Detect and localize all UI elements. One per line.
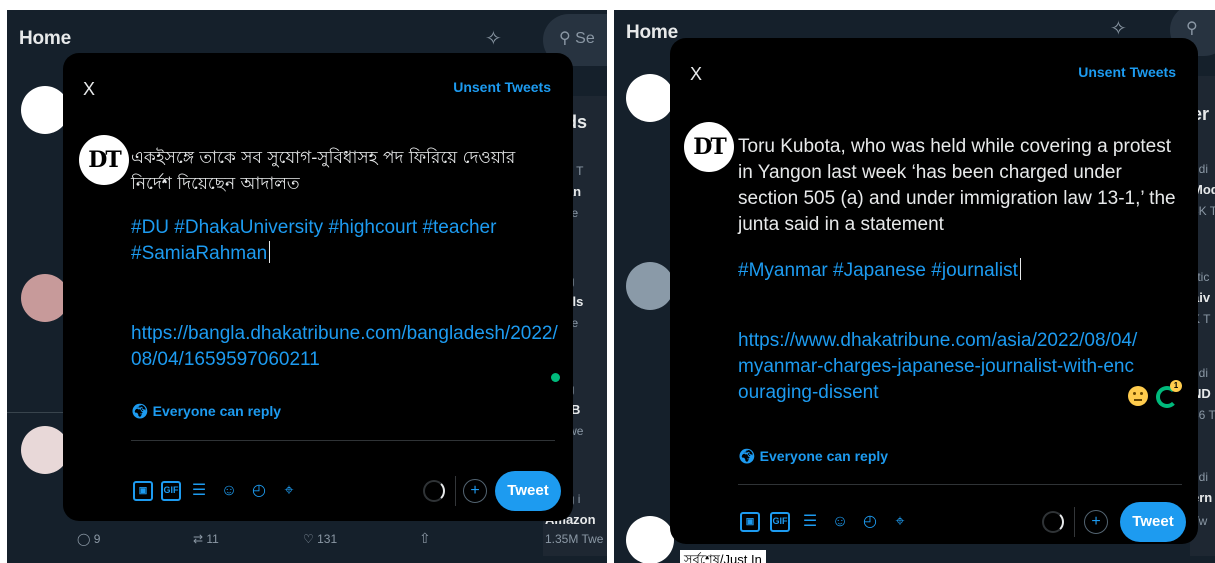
home-title: Home bbox=[626, 22, 678, 43]
home-title: Home bbox=[19, 28, 71, 49]
avatar-logo: DT bbox=[684, 122, 734, 172]
avatar[interactable] bbox=[626, 262, 674, 310]
emoji-neutral-icon[interactable] bbox=[1128, 386, 1148, 406]
divider bbox=[1074, 507, 1075, 537]
text-cursor bbox=[269, 241, 271, 263]
character-progress-ring bbox=[423, 480, 445, 502]
globe-icon: 🌍︎ bbox=[738, 448, 760, 464]
poll-icon[interactable]: ☰ bbox=[189, 481, 209, 501]
avatar[interactable] bbox=[626, 74, 674, 122]
like-count-value: 131 bbox=[317, 532, 338, 546]
tweet-text-input[interactable]: একইসঙ্গে তাকে সব সুযোগ-সুবিধাসহ পদ ফিরিয… bbox=[131, 145, 556, 197]
screenshot-right: Home ✧ ⚲ er ndi Mod 3K T litic aiv K T n… bbox=[614, 10, 1215, 563]
sparkle-icon[interactable]: ✧ bbox=[485, 26, 502, 51]
image-icon[interactable]: ▣ bbox=[740, 512, 760, 532]
avatar-logo: DT bbox=[79, 135, 129, 185]
screenshot-left: Home ✧ ⚲ Se ends itics · T aiwan K Twe n… bbox=[7, 10, 607, 563]
avatar[interactable] bbox=[626, 516, 674, 563]
globe-icon: 🌍︎ bbox=[131, 403, 153, 419]
tweet-button[interactable]: Tweet bbox=[495, 471, 561, 511]
avatar[interactable] bbox=[21, 274, 69, 322]
gif-icon[interactable]: GIF bbox=[161, 481, 181, 501]
hashtag-text: #Myanmar #Japanese #journalist bbox=[738, 260, 1018, 281]
just-in-banner: সর্বশেষ/Just In bbox=[680, 550, 766, 563]
search-placeholder: Se bbox=[575, 30, 595, 47]
schedule-icon[interactable]: ◴ bbox=[249, 481, 269, 501]
tweet-link[interactable]: https://bangla.dhakatribune.com/banglade… bbox=[131, 321, 561, 373]
emoji-icon[interactable]: ☺ bbox=[830, 512, 850, 532]
schedule-icon[interactable]: ◴ bbox=[860, 512, 880, 532]
divider bbox=[455, 476, 456, 506]
reply-setting-button[interactable]: 🌍︎ Everyone can reply bbox=[738, 448, 888, 465]
search-icon: ⚲ bbox=[1186, 20, 1198, 37]
reply-setting-label: Everyone can reply bbox=[759, 448, 889, 464]
reply-setting-button[interactable]: 🌍︎ Everyone can reply bbox=[131, 403, 281, 420]
compose-modal: X Unsent Tweets DT Toru Kubota, who was … bbox=[670, 38, 1198, 544]
reply-count[interactable]: ◯ 9 bbox=[77, 532, 100, 546]
unsent-tweets-link[interactable]: Unsent Tweets bbox=[1078, 64, 1176, 80]
hashtags[interactable]: #Myanmar #Japanese #journalist bbox=[738, 258, 1178, 284]
hashtags[interactable]: #DU #DhakaUniversity #highcourt #teacher… bbox=[131, 215, 551, 267]
trend-count: 1.35M Twe bbox=[545, 532, 604, 546]
tweet-body: একইসঙ্গে তাকে সব সুযোগ-সুবিধাসহ পদ ফিরিয… bbox=[131, 148, 516, 194]
search-icon: ⚲ bbox=[559, 30, 576, 47]
location-icon[interactable]: ⌖ bbox=[890, 512, 910, 532]
grammarly-icon[interactable] bbox=[551, 373, 560, 382]
text-cursor bbox=[1019, 258, 1021, 280]
avatar[interactable] bbox=[21, 86, 69, 134]
divider bbox=[131, 440, 555, 441]
compose-modal: X Unsent Tweets DT একইসঙ্গে তাকে সব সুযো… bbox=[63, 53, 573, 521]
add-tweet-button[interactable]: + bbox=[1084, 510, 1108, 534]
poll-icon[interactable]: ☰ bbox=[800, 512, 820, 532]
location-icon[interactable]: ⌖ bbox=[279, 481, 299, 501]
reply-setting-label: Everyone can reply bbox=[152, 403, 282, 419]
unsent-tweets-link[interactable]: Unsent Tweets bbox=[453, 79, 551, 95]
gif-icon[interactable]: GIF bbox=[770, 512, 790, 532]
close-icon[interactable]: X bbox=[690, 64, 702, 85]
character-progress-ring bbox=[1042, 511, 1064, 533]
tweet-text-input[interactable]: Toru Kubota, who was held while covering… bbox=[738, 134, 1178, 238]
tweet-button[interactable]: Tweet bbox=[1120, 502, 1186, 542]
divider bbox=[738, 484, 1182, 485]
add-tweet-button[interactable]: + bbox=[463, 479, 487, 503]
hashtag-text: #DU #DhakaUniversity #highcourt #teacher… bbox=[131, 217, 497, 264]
avatar[interactable] bbox=[21, 426, 69, 474]
share-icon[interactable]: ⇧ bbox=[419, 530, 431, 547]
emoji-mouth bbox=[1134, 399, 1142, 401]
image-icon[interactable]: ▣ bbox=[133, 481, 153, 501]
reply-count-value: 9 bbox=[93, 532, 101, 546]
emoji-icon[interactable]: ☺ bbox=[219, 481, 239, 501]
tweet-link[interactable]: https://www.dhakatribune.com/asia/2022/0… bbox=[738, 328, 1138, 406]
retweet-count[interactable]: ⇄ 11 bbox=[193, 532, 219, 546]
tweet-body: Toru Kubota, who was held while covering… bbox=[738, 136, 1176, 235]
like-count[interactable]: ♡ 131 bbox=[303, 532, 337, 546]
notification-badge: 1 bbox=[1170, 380, 1182, 392]
close-icon[interactable]: X bbox=[83, 79, 95, 100]
retweet-count-value: 11 bbox=[206, 532, 219, 546]
